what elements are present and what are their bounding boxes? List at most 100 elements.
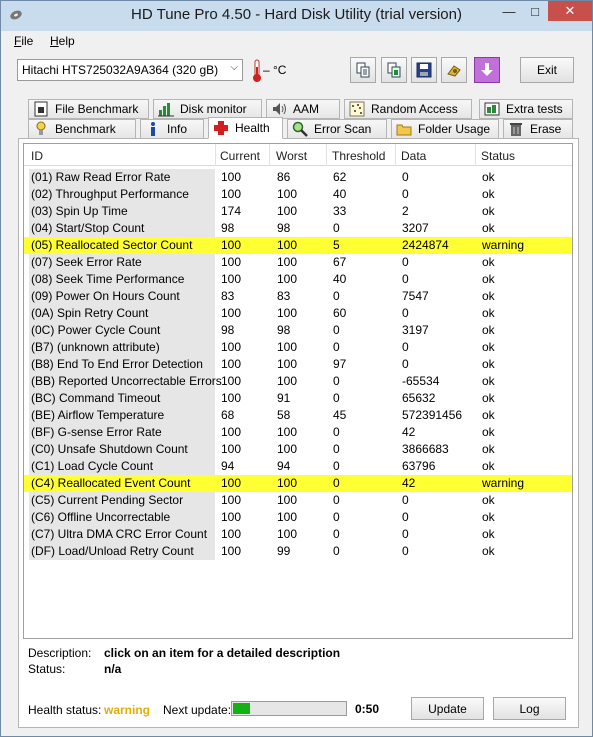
col-header-worst[interactable]: Worst (276, 149, 307, 163)
table-row[interactable]: (09) Power On Hours Count 83 83 0 7547 ok (24, 288, 572, 305)
cell-worst: 91 (277, 391, 291, 405)
cell-worst: 100 (277, 204, 298, 218)
tab-label: Erase (530, 122, 562, 136)
cell-data: 65632 (402, 391, 436, 405)
countdown: 0:50 (355, 702, 380, 716)
col-header-current[interactable]: Current (220, 149, 260, 163)
table-row[interactable]: (BE) Airflow Temperature 68 58 45 572391456 o… (24, 407, 572, 424)
copy-screenshot-button[interactable] (381, 57, 407, 83)
cell-status: ok (482, 391, 495, 405)
table-row[interactable]: (02) Throughput Performance 100 100 40 0 ok (24, 186, 572, 203)
drive-select[interactable]: Hitachi HTS725032A9A364 (320 gB) ⌵ (17, 59, 243, 81)
table-row[interactable]: (07) Seek Error Rate 100 100 67 0 ok (24, 254, 572, 271)
table-row[interactable]: (C5) Current Pending Sector 100 100 0 0 ok (24, 492, 572, 509)
cell-status: ok (482, 544, 495, 558)
tab-extra-tests[interactable]: Extra tests (479, 99, 573, 119)
cell-current: 100 (221, 510, 242, 524)
tab-info[interactable]: Info (140, 119, 204, 139)
cell-data: 42 (402, 425, 416, 439)
cell-threshold: 97 (333, 357, 347, 371)
close-button[interactable]: ✕ (548, 1, 592, 21)
cell-data: 3866683 (402, 442, 449, 456)
cell-data: 0 (402, 272, 409, 286)
log-button[interactable]: Log (493, 697, 566, 720)
cell-worst: 83 (277, 289, 291, 303)
menu-file[interactable]: File (14, 34, 33, 48)
table-row[interactable]: (BC) Command Timeout 100 91 0 65632 ok (24, 390, 572, 407)
cell-status: ok (482, 255, 495, 269)
copy-text-button[interactable] (350, 57, 376, 83)
cell-status: ok (482, 187, 495, 201)
cell-current: 98 (221, 221, 235, 235)
exit-button[interactable]: Exit (520, 57, 574, 83)
tab-aam[interactable]: AAM (266, 99, 340, 119)
table-row[interactable]: (C7) Ultra DMA CRC Error Count 100 100 0 0 ok (24, 526, 572, 543)
tab-folder-usage[interactable]: Folder Usage (391, 119, 499, 139)
col-header-id[interactable]: ID (31, 149, 43, 163)
cell-id: (C1) Load Cycle Count (31, 459, 154, 473)
table-row[interactable]: (C0) Unsafe Shutdown Count 100 100 0 3866683… (24, 441, 572, 458)
table-row[interactable]: (08) Seek Time Performance 100 100 40 0 ok (24, 271, 572, 288)
table-row[interactable]: (C1) Load Cycle Count 94 94 0 63796 ok (24, 458, 572, 475)
cell-id: (07) Seek Error Rate (31, 255, 142, 269)
table-row[interactable]: (0C) Power Cycle Count 98 98 0 3197 ok (24, 322, 572, 339)
cell-current: 100 (221, 255, 242, 269)
cell-id: (01) Raw Read Error Rate (31, 170, 171, 184)
table-row[interactable]: (05) Reallocated Sector Count 100 100 5 2424… (24, 237, 572, 254)
tab-label: Info (167, 122, 188, 136)
cell-threshold: 0 (333, 391, 340, 405)
tab-erase[interactable]: Erase (503, 119, 573, 139)
options-icon (447, 65, 461, 77)
cell-current: 100 (221, 187, 242, 201)
tab-error-scan[interactable]: Error Scan (287, 119, 387, 139)
table-row[interactable]: (BF) G-sense Error Rate 100 100 0 42 ok (24, 424, 572, 441)
tab-label: AAM (293, 102, 320, 116)
cell-worst: 86 (277, 170, 291, 184)
options-button[interactable] (441, 57, 467, 83)
table-row[interactable]: (DF) Load/Unload Retry Count 100 99 0 0 ok (24, 543, 572, 560)
table-row[interactable]: (B8) End To End Error Detection 100 100 97 0… (24, 356, 572, 373)
download-button[interactable] (474, 57, 500, 83)
menu-help[interactable]: Help (50, 34, 75, 48)
tab-random-access[interactable]: Random Access (344, 99, 472, 119)
tab-disk-monitor[interactable]: Disk monitor (153, 99, 262, 119)
info-icon (145, 121, 161, 137)
cell-data: 0 (402, 187, 409, 201)
table-row[interactable]: (04) Start/Stop Count 98 98 0 3207 ok (24, 220, 572, 237)
cell-current: 100 (221, 425, 242, 439)
cell-id: (02) Throughput Performance (31, 187, 189, 201)
col-header-threshold[interactable]: Threshold (332, 149, 385, 163)
table-row[interactable]: (C4) Reallocated Event Count 100 100 0 42 war… (24, 475, 572, 492)
col-header-data[interactable]: Data (401, 149, 426, 163)
cell-worst: 100 (277, 476, 298, 490)
cell-status: ok (482, 272, 495, 286)
table-row[interactable]: (B7) (unknown attribute) 100 100 0 0 ok (24, 339, 572, 356)
title-bar[interactable]: HD Tune Pro 4.50 - Hard Disk Utility (tr… (1, 1, 592, 31)
table-row[interactable]: (01) Raw Read Error Rate 100 86 62 0 ok (24, 169, 572, 186)
cell-worst: 100 (277, 340, 298, 354)
tab-file-benchmark[interactable]: File Benchmark (28, 99, 149, 119)
cell-id: (04) Start/Stop Count (31, 221, 145, 235)
maximize-button[interactable]: □ (522, 1, 548, 21)
download-icon (481, 63, 493, 76)
tab-benchmark[interactable]: Benchmark (28, 119, 136, 139)
tab-label: Disk monitor (180, 102, 247, 116)
table-row[interactable]: (BB) Reported Uncorrectable Errors 100 100… (24, 373, 572, 390)
cell-worst: 100 (277, 306, 298, 320)
minimize-button[interactable]: — (496, 1, 522, 21)
cell-status: ok (482, 527, 495, 541)
cell-current: 100 (221, 170, 242, 184)
col-header-status[interactable]: Status (481, 149, 515, 163)
copy-text-icon (356, 62, 370, 78)
table-row[interactable]: (03) Spin Up Time 174 100 33 2 ok (24, 203, 572, 220)
cell-current: 100 (221, 544, 242, 558)
save-icon (416, 62, 432, 78)
tab-health[interactable]: Health (208, 117, 283, 139)
cell-status: ok (482, 306, 495, 320)
cell-data: 2424874 (402, 238, 449, 252)
save-button[interactable] (411, 57, 437, 83)
update-button[interactable]: Update (411, 697, 484, 720)
cell-worst: 98 (277, 221, 291, 235)
table-row[interactable]: (C6) Offline Uncorrectable 100 100 0 0 ok (24, 509, 572, 526)
table-row[interactable]: (0A) Spin Retry Count 100 100 60 0 ok (24, 305, 572, 322)
